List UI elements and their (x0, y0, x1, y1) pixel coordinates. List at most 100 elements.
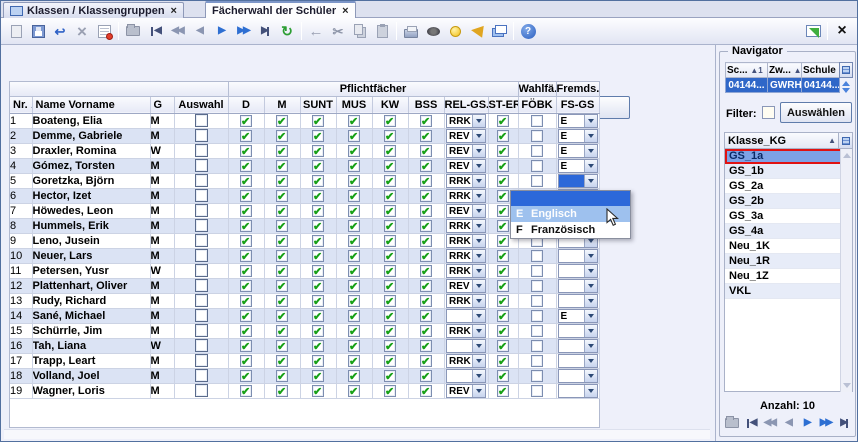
sunt-checkbox[interactable] (312, 145, 324, 157)
kw-checkbox[interactable] (384, 190, 396, 202)
st-er-checkbox[interactable] (497, 355, 509, 367)
kw-checkbox[interactable] (384, 370, 396, 382)
auswahl-checkbox[interactable] (195, 384, 208, 397)
fs-gs-combobox[interactable] (558, 369, 598, 383)
fast-forward-button[interactable] (818, 414, 834, 432)
d-checkbox[interactable] (240, 190, 252, 202)
st-er-checkbox[interactable] (497, 325, 509, 337)
tip-button[interactable] (444, 20, 466, 42)
m-checkbox[interactable] (276, 265, 288, 277)
folder-button[interactable] (724, 414, 740, 432)
rel-gs-combobox[interactable] (446, 309, 486, 323)
sunt-checkbox[interactable] (312, 205, 324, 217)
st-er-checkbox[interactable] (497, 250, 509, 262)
rel-gs-combobox[interactable]: REV (446, 384, 486, 398)
auswahl-checkbox[interactable] (195, 174, 208, 187)
d-checkbox[interactable] (240, 310, 252, 322)
kw-checkbox[interactable] (384, 145, 396, 157)
auswahl-checkbox[interactable] (195, 159, 208, 172)
mus-checkbox[interactable] (348, 115, 360, 127)
d-checkbox[interactable] (240, 340, 252, 352)
school-cell[interactable]: GWRHS (768, 78, 802, 93)
kw-checkbox[interactable] (384, 340, 396, 352)
kw-checkbox[interactable] (384, 235, 396, 247)
auswahl-checkbox[interactable] (195, 294, 208, 307)
sunt-checkbox[interactable] (312, 250, 324, 262)
st-er-checkbox[interactable] (497, 220, 509, 232)
kw-checkbox[interactable] (384, 205, 396, 217)
undo-button[interactable] (49, 20, 71, 42)
mus-checkbox[interactable] (348, 160, 360, 172)
chevron-down-icon[interactable] (584, 250, 597, 262)
rel-gs-combobox[interactable]: REV (446, 159, 486, 173)
m-checkbox[interactable] (276, 190, 288, 202)
bss-checkbox[interactable] (420, 205, 432, 217)
d-checkbox[interactable] (240, 115, 252, 127)
dropdown-option[interactable] (511, 191, 630, 206)
chevron-down-icon[interactable] (584, 160, 597, 172)
fs-gs-combobox[interactable]: E (558, 129, 598, 143)
chevron-down-icon[interactable] (584, 340, 597, 352)
windows-button[interactable] (488, 20, 510, 42)
sunt-checkbox[interactable] (312, 160, 324, 172)
next-record-button[interactable] (210, 20, 232, 42)
kw-checkbox[interactable] (384, 280, 396, 292)
st-er-checkbox[interactable] (497, 385, 509, 397)
tab-faecherwahl-der-schueler[interactable]: Fächerwahl der Schüler (205, 1, 356, 18)
mus-checkbox[interactable] (348, 355, 360, 367)
auswahl-checkbox[interactable] (195, 144, 208, 157)
st-er-checkbox[interactable] (497, 235, 509, 247)
foebk-checkbox[interactable] (531, 355, 543, 367)
chevron-down-icon[interactable] (472, 355, 485, 367)
st-er-checkbox[interactable] (497, 370, 509, 382)
bss-checkbox[interactable] (420, 160, 432, 172)
bss-checkbox[interactable] (420, 115, 432, 127)
edit-record-button[interactable] (93, 20, 115, 42)
fs-gs-combobox[interactable] (558, 384, 598, 398)
field-chooser-button[interactable] (838, 133, 852, 148)
d-checkbox[interactable] (240, 235, 252, 247)
m-checkbox[interactable] (276, 235, 288, 247)
bss-checkbox[interactable] (420, 280, 432, 292)
kw-checkbox[interactable] (384, 115, 396, 127)
back-arrow-button[interactable] (305, 20, 327, 42)
auswahl-checkbox[interactable] (195, 249, 208, 262)
bss-checkbox[interactable] (420, 130, 432, 142)
m-checkbox[interactable] (276, 295, 288, 307)
export-button[interactable] (422, 20, 444, 42)
sunt-checkbox[interactable] (312, 265, 324, 277)
column-header-sunt[interactable]: SUNT (300, 96, 336, 113)
copy-button[interactable] (349, 20, 371, 42)
scroll-down-icon[interactable] (843, 383, 851, 388)
rel-gs-combobox[interactable]: RRK (446, 189, 486, 203)
st-er-checkbox[interactable] (497, 115, 509, 127)
chevron-down-icon[interactable] (584, 280, 597, 292)
close-view-button[interactable] (831, 20, 853, 42)
st-er-checkbox[interactable] (497, 295, 509, 307)
auswahl-checkbox[interactable] (195, 219, 208, 232)
rel-gs-combobox[interactable] (446, 339, 486, 353)
m-checkbox[interactable] (276, 340, 288, 352)
record-spinner[interactable] (839, 79, 853, 95)
chevron-down-icon[interactable] (584, 265, 597, 277)
m-checkbox[interactable] (276, 145, 288, 157)
school-cell[interactable]: 04144... (802, 78, 840, 93)
bss-checkbox[interactable] (420, 340, 432, 352)
sunt-checkbox[interactable] (312, 385, 324, 397)
st-er-checkbox[interactable] (497, 130, 509, 142)
rel-gs-combobox[interactable]: REV (446, 279, 486, 293)
d-checkbox[interactable] (240, 265, 252, 277)
chevron-down-icon[interactable] (584, 115, 597, 127)
m-checkbox[interactable] (276, 280, 288, 292)
d-checkbox[interactable] (240, 220, 252, 232)
class-list-item[interactable]: VKL (725, 284, 852, 299)
bss-checkbox[interactable] (420, 310, 432, 322)
st-er-checkbox[interactable] (497, 145, 509, 157)
sunt-checkbox[interactable] (312, 325, 324, 337)
refresh-button[interactable] (276, 20, 298, 42)
mus-checkbox[interactable] (348, 310, 360, 322)
mus-checkbox[interactable] (348, 205, 360, 217)
first-record-button[interactable] (743, 414, 759, 432)
foebk-checkbox[interactable] (531, 310, 543, 322)
sunt-checkbox[interactable] (312, 130, 324, 142)
